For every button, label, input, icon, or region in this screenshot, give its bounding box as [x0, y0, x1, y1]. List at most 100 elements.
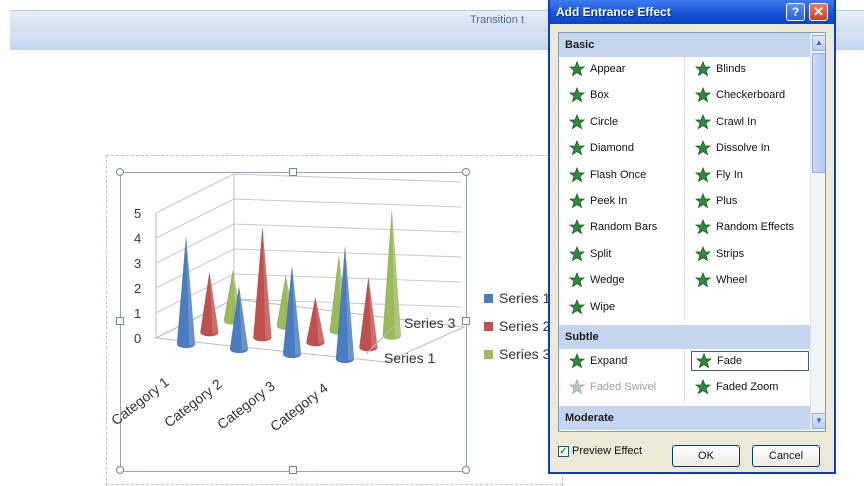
- gridline-back: [233, 248, 462, 258]
- effect-circle[interactable]: Circle: [565, 112, 683, 132]
- effect-box[interactable]: Box: [565, 85, 683, 105]
- close-button[interactable]: ✕: [809, 3, 828, 21]
- effect-label: Diamond: [590, 142, 635, 155]
- effect-label: Crawl In: [716, 115, 757, 128]
- depth-label: Series 1: [384, 350, 436, 366]
- effect-wipe[interactable]: Wipe: [565, 297, 683, 317]
- effect-label: Circle: [590, 115, 619, 128]
- effect-label: Peek In: [590, 195, 628, 207]
- effect-label: Fly In: [716, 168, 743, 181]
- preview-effect-checkbox-row[interactable]: ✓ Preview Effect: [558, 445, 642, 457]
- effect-star-icon: [569, 193, 585, 209]
- effect-star-icon: [695, 61, 711, 77]
- effect-appear[interactable]: Appear: [565, 59, 683, 79]
- effect-wheel[interactable]: Wheel: [691, 270, 809, 290]
- resize-handle[interactable]: [462, 466, 470, 474]
- effect-label: Appear: [590, 63, 626, 75]
- gridline-back: [233, 198, 462, 208]
- scroll-thumb[interactable]: [812, 53, 825, 173]
- gridline-side: [155, 173, 235, 214]
- depth-label: Series 3: [404, 315, 456, 331]
- effect-label: Faded Zoom: [716, 381, 779, 394]
- effect-star-icon: [569, 61, 585, 77]
- effect-random-bars[interactable]: Random Bars: [565, 217, 683, 237]
- effect-label: Random Bars: [590, 221, 658, 234]
- preview-effect-label[interactable]: Preview Effect: [572, 445, 642, 457]
- preview-effect-checkbox[interactable]: ✓: [558, 445, 569, 457]
- gridline-side: [155, 223, 235, 264]
- effect-label: Box: [590, 89, 609, 102]
- dialog-title-bar[interactable]: Add Entrance Effect ? ✕: [550, 0, 834, 24]
- resize-handle[interactable]: [462, 317, 470, 325]
- group-header-moderate: Moderate: [559, 405, 810, 430]
- effect-strips[interactable]: Strips: [691, 244, 809, 264]
- effect-label: Flash Once: [590, 168, 647, 181]
- chart[interactable]: 012345Category 1Category 2Category 3Cate…: [0, 0, 548, 486]
- effect-wedge[interactable]: Wedge: [565, 270, 683, 290]
- effect-label: Split: [590, 247, 612, 260]
- chart-legend[interactable]: Series 1 Series 2 Series 3: [484, 284, 550, 368]
- effect-peek-in[interactable]: Peek In: [565, 191, 683, 211]
- legend-label: Series 2: [499, 318, 551, 334]
- effect-star-icon: [569, 353, 585, 369]
- resize-handle[interactable]: [116, 168, 124, 176]
- cancel-button[interactable]: Cancel: [752, 445, 820, 467]
- effect-star-icon: [695, 87, 711, 103]
- gridline-side: [155, 273, 235, 314]
- effect-label: Fade: [717, 355, 743, 367]
- effect-star-icon: [569, 87, 585, 103]
- ok-button[interactable]: OK: [672, 445, 740, 467]
- effect-star-icon: [695, 272, 711, 288]
- effect-label: Wedge: [590, 274, 625, 287]
- effect-label: Blinds: [716, 63, 746, 75]
- resize-handle[interactable]: [289, 466, 297, 474]
- effect-crawl-in[interactable]: Crawl In: [691, 112, 809, 132]
- effect-split[interactable]: Split: [565, 244, 683, 264]
- effects-list[interactable]: ▲ ▼ Basic Appear Blinds Box Checkerboard Circ…: [558, 32, 826, 432]
- effect-label: Plus: [716, 195, 738, 207]
- effect-label: Random Effects: [716, 221, 795, 234]
- effect-star-icon: [695, 113, 711, 130]
- column-divider: [684, 57, 685, 321]
- effect-dissolve-in[interactable]: Dissolve In: [691, 138, 809, 158]
- y-tick-label: 2: [134, 281, 141, 296]
- effect-label: Wipe: [590, 300, 616, 313]
- resize-handle[interactable]: [116, 317, 124, 325]
- effect-star-icon: [695, 245, 711, 262]
- effect-star-icon: [695, 193, 711, 209]
- effects-scrollbar[interactable]: ▲ ▼: [810, 33, 825, 431]
- effect-random-effects[interactable]: Random Effects: [691, 217, 809, 237]
- y-tick-label: 4: [134, 231, 141, 246]
- effect-star-icon: [695, 379, 711, 395]
- effect-star-icon: [696, 353, 712, 369]
- effect-fade[interactable]: Fade: [691, 351, 809, 371]
- scroll-down-button[interactable]: ▼: [812, 413, 825, 429]
- effect-star-icon: [569, 272, 585, 288]
- effect-star-icon: [569, 166, 585, 183]
- gridline-side: [155, 198, 235, 239]
- scroll-up-button[interactable]: ▲: [812, 35, 825, 51]
- effect-star-icon: [569, 113, 585, 130]
- effect-flash-once[interactable]: Flash Once: [565, 165, 683, 185]
- effect-fly-in[interactable]: Fly In: [691, 165, 809, 185]
- help-button[interactable]: ?: [786, 3, 805, 21]
- add-entrance-effect-dialog: Add Entrance Effect ? ✕ ▲ ▼ Basic Appear B…: [548, 0, 836, 474]
- legend-item: Series 3: [484, 340, 550, 368]
- effect-star-icon: [569, 379, 585, 395]
- effect-blinds[interactable]: Blinds: [691, 59, 809, 79]
- effect-label: Strips: [716, 247, 745, 260]
- effect-label: Dissolve In: [716, 142, 770, 155]
- effect-checkerboard[interactable]: Checkerboard: [691, 85, 809, 105]
- gridline-side: [155, 248, 235, 289]
- effect-expand[interactable]: Expand: [565, 351, 683, 371]
- effect-diamond[interactable]: Diamond: [565, 138, 683, 158]
- effect-plus[interactable]: Plus: [691, 191, 809, 211]
- resize-handle[interactable]: [462, 168, 470, 176]
- resize-handle[interactable]: [116, 466, 124, 474]
- resize-handle[interactable]: [289, 168, 297, 176]
- effect-faded-swivel[interactable]: Faded Swivel: [565, 377, 683, 397]
- effect-star-icon: [569, 245, 585, 262]
- effect-star-icon: [695, 219, 711, 235]
- effect-faded-zoom[interactable]: Faded Zoom: [691, 377, 809, 397]
- y-tick-label: 5: [134, 206, 141, 221]
